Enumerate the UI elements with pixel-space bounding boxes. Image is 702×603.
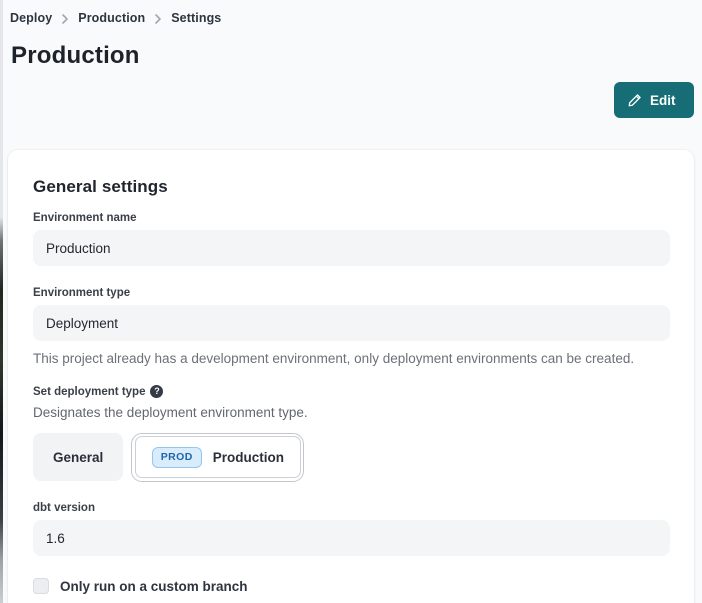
breadcrumb-item-deploy[interactable]: Deploy bbox=[10, 11, 52, 25]
chevron-right-icon bbox=[154, 14, 162, 24]
production-option-label: Production bbox=[213, 450, 284, 465]
custom-branch-checkbox[interactable] bbox=[33, 578, 49, 594]
environment-type-field[interactable]: Deployment bbox=[33, 305, 670, 341]
deployment-type-option-general[interactable]: General bbox=[33, 433, 123, 481]
edit-button-label: Edit bbox=[650, 93, 676, 108]
custom-branch-row: Only run on a custom branch bbox=[33, 578, 664, 594]
deployment-type-label: Set deployment type ? bbox=[33, 385, 664, 398]
card-heading: General settings bbox=[33, 177, 664, 197]
deployment-type-label-text: Set deployment type bbox=[33, 386, 145, 398]
deployment-type-option-production[interactable]: PROD Production bbox=[135, 436, 301, 478]
breadcrumb-item-settings[interactable]: Settings bbox=[171, 11, 221, 25]
general-settings-card: General settings Environment name Produc… bbox=[8, 150, 694, 603]
page-title: Production bbox=[11, 42, 694, 70]
environment-type-label: Environment type bbox=[33, 287, 664, 299]
deployment-type-description: Designates the deployment environment ty… bbox=[33, 405, 664, 420]
help-icon[interactable]: ? bbox=[150, 385, 163, 398]
environment-name-label: Environment name bbox=[33, 212, 664, 224]
edit-button[interactable]: Edit bbox=[614, 82, 694, 118]
environment-name-field[interactable]: Production bbox=[33, 230, 670, 266]
breadcrumb-item-production[interactable]: Production bbox=[78, 11, 145, 25]
deployment-type-options: General PROD Production bbox=[33, 431, 664, 483]
background-page-edge bbox=[0, 0, 3, 603]
pencil-icon bbox=[627, 93, 642, 108]
dbt-version-label: dbt version bbox=[33, 502, 664, 514]
environment-type-helper-text: This project already has a development e… bbox=[33, 351, 664, 366]
custom-branch-label[interactable]: Only run on a custom branch bbox=[60, 579, 248, 594]
prod-badge: PROD bbox=[152, 447, 202, 468]
dbt-version-field[interactable]: 1.6 bbox=[33, 520, 670, 556]
breadcrumb: Deploy Production Settings bbox=[10, 10, 694, 25]
deployment-type-option-production-ring: PROD Production bbox=[131, 433, 304, 482]
environment-settings-page: Deploy Production Settings Production Ed… bbox=[0, 0, 702, 603]
chevron-right-icon bbox=[61, 14, 69, 24]
